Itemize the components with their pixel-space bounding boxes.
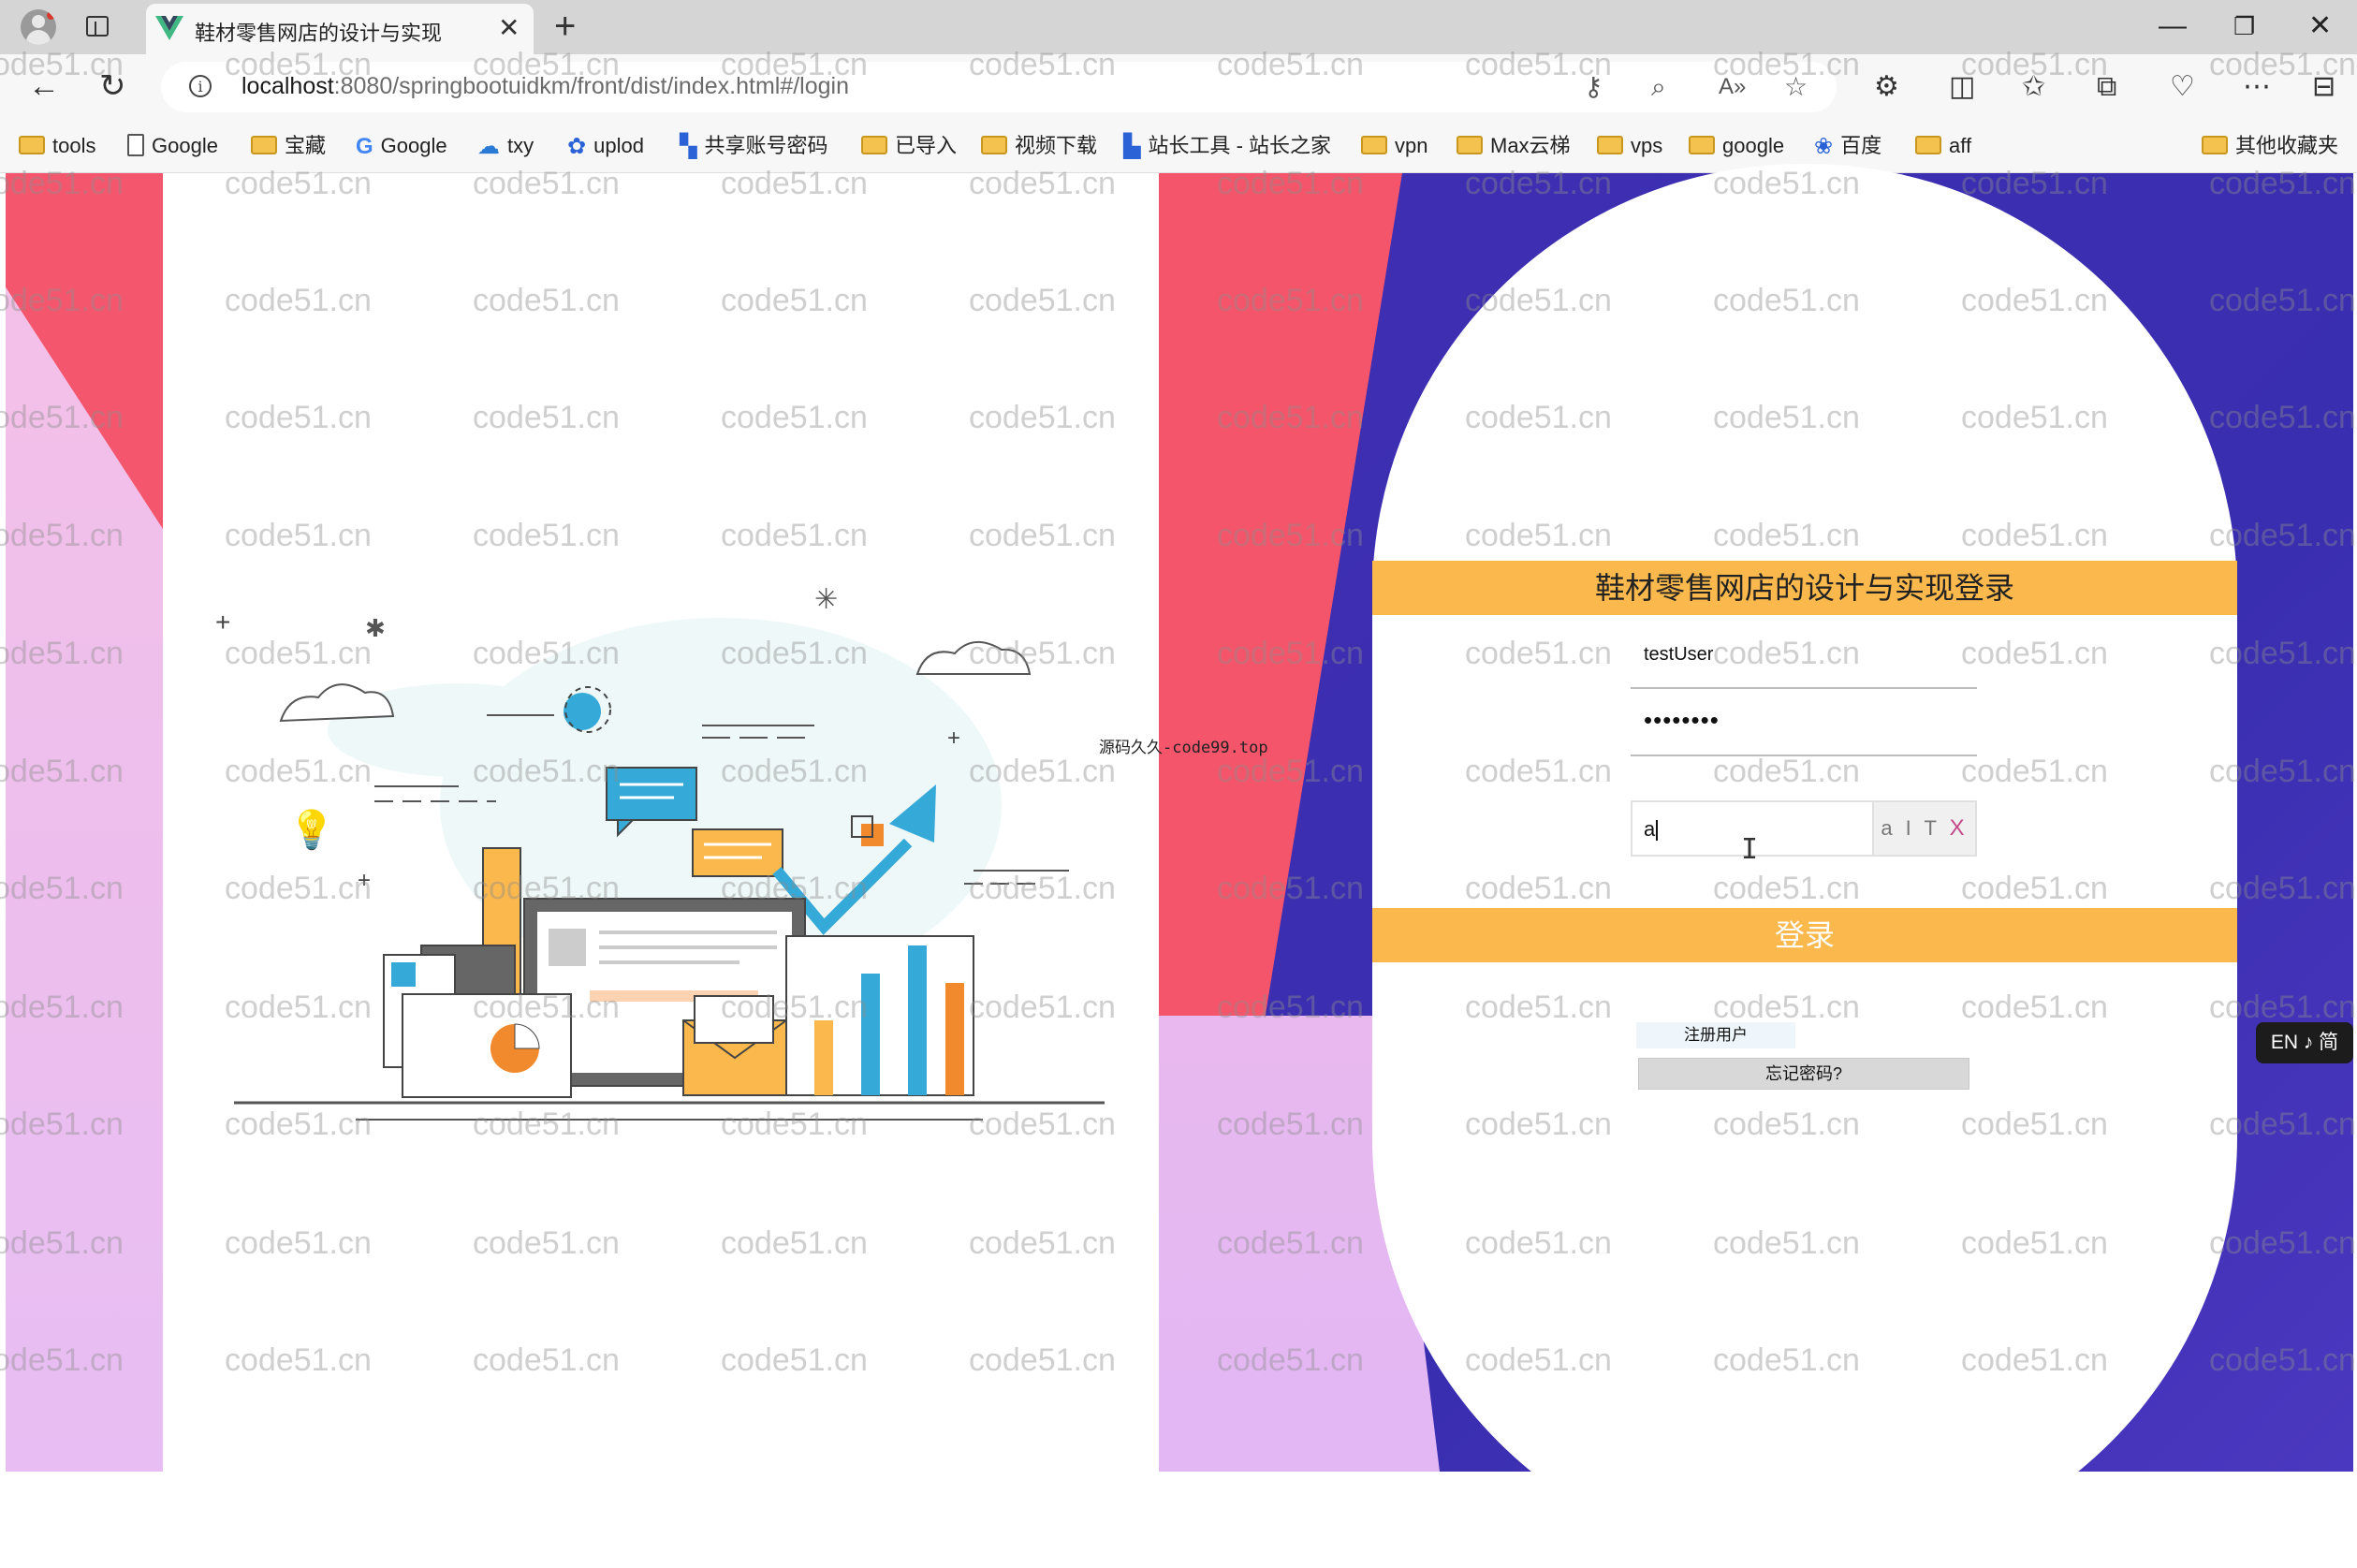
- svg-text:✳: ✳: [814, 584, 838, 615]
- back-icon[interactable]: ←: [28, 66, 60, 107]
- text-cursor-icon: I: [1741, 833, 1759, 866]
- bookmark-item[interactable]: Google: [127, 131, 218, 161]
- cloud-icon: ☁: [477, 134, 500, 160]
- collections-icon[interactable]: ⧉: [2097, 69, 2116, 105]
- folder-icon: [1597, 136, 1623, 155]
- favorites-icon[interactable]: ✩: [2022, 69, 2045, 105]
- bookmark-item[interactable]: ▚ 共享账号密码: [680, 131, 827, 161]
- folder-icon: [861, 136, 887, 155]
- bookmark-item[interactable]: ✿ uplod: [567, 131, 644, 161]
- tab-title: 鞋材零售网店的设计与实现: [195, 22, 443, 45]
- bookmark-item[interactable]: ▙ 站长工具 - 站长之家: [1123, 131, 1331, 161]
- password-value: ••••••••: [1644, 706, 1720, 734]
- tab-actions-icon[interactable]: [86, 16, 109, 37]
- google-icon: G: [356, 134, 373, 160]
- new-tab-icon[interactable]: +: [554, 6, 576, 47]
- forgot-password-button[interactable]: 忘记密码?: [1638, 1058, 1969, 1090]
- folder-icon: [19, 136, 45, 155]
- upload-icon: ✿: [567, 134, 587, 160]
- other-bookmarks[interactable]: 其他收藏夹: [2202, 131, 2338, 161]
- bookmark-item[interactable]: ☁ txy: [477, 131, 534, 161]
- extensions-icon[interactable]: ⚙: [1874, 69, 1899, 105]
- sidebar-toggle-icon[interactable]: ⊟: [2312, 69, 2335, 105]
- folder-icon: [1361, 136, 1387, 155]
- split-screen-icon[interactable]: ◫: [1949, 69, 1975, 105]
- page-icon: [127, 134, 144, 157]
- bookmark-item[interactable]: google: [1689, 131, 1784, 161]
- close-window-icon[interactable]: ✕: [2308, 6, 2332, 47]
- bookmark-item[interactable]: vps: [1597, 131, 1662, 161]
- bookmark-item[interactable]: Max云梯: [1457, 131, 1571, 161]
- svg-text:+: +: [358, 868, 371, 893]
- folder-icon: [1915, 136, 1941, 155]
- register-link[interactable]: 注册用户: [1636, 1022, 1795, 1048]
- folder-icon: [1457, 136, 1483, 155]
- business-illustration: + ✱ ✳ + + 💡: [215, 584, 1105, 1121]
- bookmarks-bar: tools Google 宝藏 G Google ☁ txy ✿ uplod ▚ 共享账…: [0, 120, 2357, 173]
- login-title-band: 鞋材零售网店的设计与实现登录: [1372, 561, 2237, 615]
- bookmark-item[interactable]: 宝藏: [251, 131, 326, 161]
- bookmark-item[interactable]: G Google: [356, 131, 447, 161]
- svg-text:💡: 💡: [288, 808, 335, 851]
- zoom-icon[interactable]: ⌕: [1651, 71, 1666, 103]
- restore-icon[interactable]: ❐: [2233, 6, 2255, 47]
- minimize-icon[interactable]: —: [2159, 6, 2187, 47]
- username-value: testUser: [1644, 644, 1714, 665]
- captcha-field[interactable]: a a I T X: [1631, 800, 1977, 857]
- favorite-star-icon[interactable]: ☆: [1784, 71, 1808, 103]
- login-button[interactable]: 登录: [1372, 908, 2237, 962]
- bookmark-item[interactable]: vpn: [1361, 131, 1427, 161]
- folder-icon: [2202, 136, 2228, 155]
- login-title: 鞋材零售网店的设计与实现登录: [1594, 571, 2014, 605]
- bookmark-item[interactable]: 已导入: [861, 131, 957, 161]
- svg-text:+: +: [947, 725, 960, 751]
- read-aloud-icon[interactable]: A»: [1719, 71, 1746, 103]
- address-input[interactable]: i localhost:8080/springbootuidkm/front/d…: [161, 62, 1837, 112]
- captcha-image[interactable]: a I T X: [1872, 802, 1975, 855]
- address-toolbar: ← ↻ i localhost:8080/springbootuidkm/fro…: [0, 54, 2357, 120]
- captcha-input-value: a: [1644, 817, 1659, 842]
- password-field[interactable]: ••••••••: [1631, 689, 1977, 756]
- profile-avatar-icon[interactable]: [21, 9, 56, 45]
- username-field[interactable]: testUser: [1631, 622, 1977, 689]
- share-icon: ▚: [680, 134, 697, 160]
- refresh-icon[interactable]: ↻: [99, 66, 126, 107]
- browser-tab-bar: 鞋材零售网店的设计与实现 ✕ + — ❐ ✕: [0, 0, 2357, 54]
- chinaz-icon: ▙: [1123, 134, 1141, 160]
- folder-icon: [981, 136, 1007, 155]
- login-card: [1372, 164, 2237, 1568]
- bookmark-item[interactable]: ❀ 百度: [1814, 131, 1881, 161]
- more-menu-icon[interactable]: ⋯: [2243, 69, 2271, 105]
- svg-text:✱: ✱: [365, 614, 386, 642]
- close-tab-icon[interactable]: ✕: [498, 13, 520, 43]
- bookmark-item[interactable]: aff: [1915, 131, 1971, 161]
- source-note: 源码久久-code99.top: [1099, 739, 1268, 757]
- active-tab[interactable]: 鞋材零售网店的设计与实现 ✕: [146, 4, 534, 54]
- svg-text:+: +: [215, 608, 230, 637]
- site-info-icon[interactable]: i: [189, 75, 212, 97]
- vue-logo-icon: [155, 16, 183, 40]
- folder-icon: [1689, 136, 1715, 155]
- password-key-icon[interactable]: ⚷: [1584, 71, 1603, 103]
- bookmark-item[interactable]: tools: [19, 131, 95, 161]
- baidu-paw-icon: ❀: [1814, 134, 1834, 160]
- ime-language-indicator[interactable]: EN ♪ 简: [2256, 1022, 2353, 1063]
- folder-icon: [251, 136, 277, 155]
- url-text: localhost:8080/springbootuidkm/front/dis…: [242, 73, 849, 99]
- bookmark-item[interactable]: 视频下载: [981, 131, 1097, 161]
- browser-essentials-icon[interactable]: ♡: [2170, 69, 2195, 105]
